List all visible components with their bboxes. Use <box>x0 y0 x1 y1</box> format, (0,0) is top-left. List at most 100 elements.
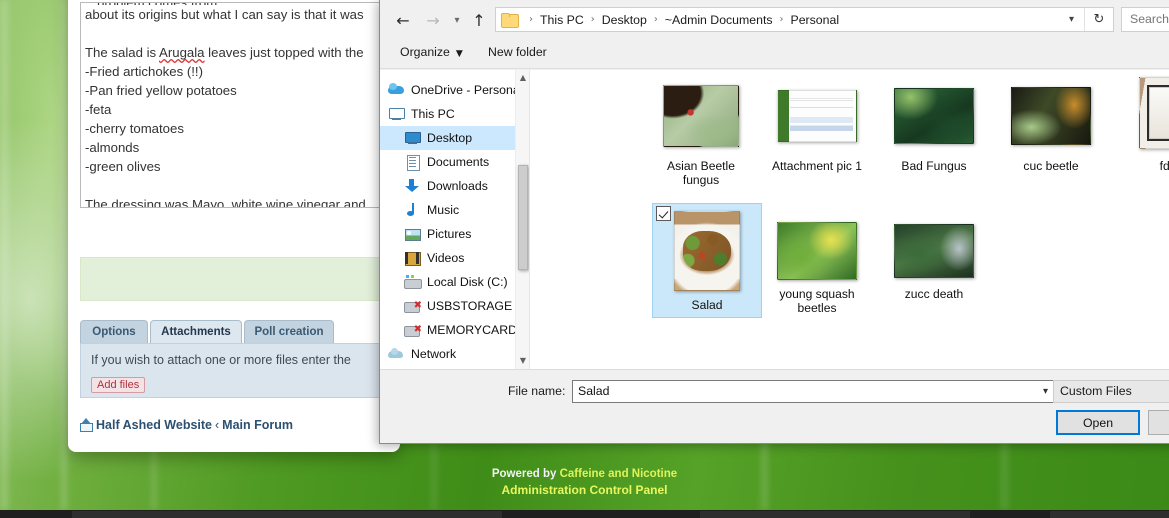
file-tile-young-squash-beetles[interactable]: young squash beetles <box>769 218 865 336</box>
tab-poll-creation[interactable]: Poll creation <box>244 320 334 344</box>
refresh-icon[interactable]: ↻ <box>1085 12 1113 27</box>
file-name-chevron-down-icon[interactable]: ▾ <box>1043 381 1048 402</box>
thumbnail-image <box>777 90 857 142</box>
organize-button[interactable]: Organize ▼ <box>400 45 463 59</box>
thumbnail-wrap <box>665 206 749 296</box>
thumbnail-wrap <box>1009 78 1093 154</box>
file-tile-zucc-death[interactable]: zucc death <box>886 218 982 336</box>
tab-attachments-label: Attachments <box>161 326 231 338</box>
breadcrumb-sep-1: › <box>590 14 595 25</box>
breadcrumb-personal[interactable]: Personal <box>790 13 841 27</box>
thumbnail-image <box>894 224 974 278</box>
open-button[interactable]: Open <box>1056 410 1140 435</box>
onedrive-icon <box>388 82 405 98</box>
recent-locations-chevron-down-icon[interactable]: ▾ <box>449 8 465 32</box>
pictures-icon <box>404 226 421 242</box>
back-icon[interactable]: ← <box>391 8 415 32</box>
nav-item-memorycard-label: MEMORYCARD <box>427 323 515 337</box>
nav-item-onedrive-label: OneDrive - Personal <box>411 83 515 97</box>
breadcrumb-link-forum[interactable]: Main Forum <box>222 418 293 432</box>
network-icon <box>388 346 405 362</box>
dialog-command-bar: Organize ▼ New folder ▼ <box>380 40 1169 69</box>
network-drive-disconnected-icon-2 <box>404 322 422 338</box>
thumbnail-wrap <box>892 220 976 282</box>
tab-options[interactable]: Options <box>80 320 148 344</box>
file-tile-attachment-pic-1[interactable]: Attachment pic 1 <box>769 76 865 194</box>
post-body-box: problem comes from about its origins but… <box>80 2 380 208</box>
windows-taskbar[interactable] <box>0 510 1169 518</box>
nav-item-this-pc-label: This PC <box>411 107 455 121</box>
navigation-pane: OneDrive - Personal This PC Desktop Docu… <box>380 70 530 369</box>
breadcrumb-separator: ‹ <box>215 418 220 432</box>
nav-item-usbstorage[interactable]: USBSTORAGE (\\ <box>380 294 515 318</box>
thumbnail-wrap <box>659 78 743 154</box>
scrollbar-thumb[interactable] <box>518 165 528 270</box>
nav-item-videos[interactable]: Videos <box>380 246 515 270</box>
tab-attachments[interactable]: Attachments <box>150 320 242 344</box>
nav-item-onedrive[interactable]: OneDrive - Personal <box>380 78 515 102</box>
nav-item-this-pc[interactable]: This PC <box>380 102 515 126</box>
breadcrumb-sep-2: › <box>653 14 658 25</box>
nav-item-memorycard[interactable]: MEMORYCARD <box>380 318 515 342</box>
file-tile-salad[interactable]: Salad <box>652 203 762 318</box>
file-name-input[interactable]: Salad ▾ <box>572 380 1057 403</box>
file-tile-label: Asian Beetle fungus <box>667 159 735 187</box>
up-icon[interactable]: ↑ <box>467 8 491 32</box>
breadcrumb-sep-3: › <box>779 14 784 25</box>
thumbnail-wrap <box>892 78 976 154</box>
attachments-panel: If you wish to attach one or more files … <box>80 343 385 398</box>
cancel-button[interactable]: Cancel <box>1148 410 1169 435</box>
file-open-dialog: ← → ▾ ↑ › This PC › Desktop › ~Admin Doc… <box>379 0 1169 444</box>
thumbnail-wrap <box>775 220 859 282</box>
selection-checkbox[interactable] <box>656 206 671 221</box>
thumbnail-wrap <box>1126 72 1169 154</box>
scroll-up-chevron-icon[interactable]: ▲ <box>516 70 529 86</box>
organize-label: Organize <box>400 45 450 59</box>
breadcrumb-desktop[interactable]: Desktop <box>601 13 648 27</box>
address-bar[interactable]: › This PC › Desktop › ~Admin Documents ›… <box>495 7 1114 32</box>
nav-item-downloads[interactable]: Downloads <box>380 174 515 198</box>
footer-breadcrumb: Half Ashed Website ‹ Main Forum <box>80 418 390 432</box>
file-tile-cuc-beetle[interactable]: cuc beetle <box>1003 76 1099 194</box>
new-folder-button[interactable]: New folder <box>488 45 547 59</box>
file-tile-fda[interactable]: fda <box>1120 70 1169 188</box>
videos-icon <box>404 250 421 266</box>
nav-item-desktop[interactable]: Desktop <box>380 126 515 150</box>
nav-item-network-label: Network <box>411 347 457 361</box>
file-list[interactable]: Asian Beetle fungus Attachment pic 1 Bad… <box>531 70 1169 369</box>
dialog-body: OneDrive - Personal This PC Desktop Docu… <box>380 70 1169 369</box>
nav-item-desktop-label: Desktop <box>427 131 473 145</box>
forum-page: problem comes from about its origins but… <box>68 0 400 452</box>
nav-item-pictures[interactable]: Pictures <box>380 222 515 246</box>
dialog-navigation-bar: ← → ▾ ↑ › This PC › Desktop › ~Admin Doc… <box>380 0 1169 40</box>
file-tile-asian-beetle-fungus[interactable]: Asian Beetle fungus <box>653 76 749 194</box>
nav-item-music[interactable]: Music <box>380 198 515 222</box>
nav-item-documents[interactable]: Documents <box>380 150 515 174</box>
taskbar-item-explorer[interactable] <box>700 511 970 518</box>
address-chevron-down-icon[interactable]: ▾ <box>1059 14 1084 25</box>
nav-item-local-disk-label: Local Disk (C:) <box>427 275 508 289</box>
taskbar-tray[interactable] <box>1050 511 1169 518</box>
file-tile-bad-fungus[interactable]: Bad Fungus <box>886 76 982 194</box>
thumbnail-image <box>1011 87 1091 145</box>
breadcrumb-this-pc[interactable]: This PC <box>539 13 585 27</box>
organize-caret-down-icon: ▼ <box>455 49 463 59</box>
file-tile-label: Attachment pic 1 <box>771 159 863 173</box>
nav-item-downloads-label: Downloads <box>427 179 488 193</box>
search-input[interactable]: Search Personal <box>1121 7 1169 32</box>
forward-icon[interactable]: → <box>421 8 445 32</box>
breadcrumb-link-site[interactable]: Half Ashed Website <box>96 418 212 432</box>
nav-item-network[interactable]: Network <box>380 342 515 366</box>
nav-item-local-disk[interactable]: Local Disk (C:) <box>380 270 515 294</box>
post-clipped-text: problem comes from <box>97 3 217 5</box>
thumbnail-image <box>777 222 857 280</box>
file-type-filter-select[interactable]: Custom Files <box>1053 380 1169 403</box>
network-drive-disconnected-icon <box>404 298 422 314</box>
tab-poll-creation-label: Poll creation <box>254 326 324 338</box>
file-name-label: File name: <box>508 384 566 398</box>
scroll-down-chevron-icon[interactable]: ▼ <box>516 353 529 369</box>
add-files-button[interactable]: Add files <box>91 377 146 393</box>
taskbar-item-browser[interactable] <box>72 511 502 518</box>
breadcrumb-admin-documents[interactable]: ~Admin Documents <box>664 13 774 27</box>
navigation-pane-scrollbar[interactable]: ▲ ▼ <box>515 70 529 369</box>
